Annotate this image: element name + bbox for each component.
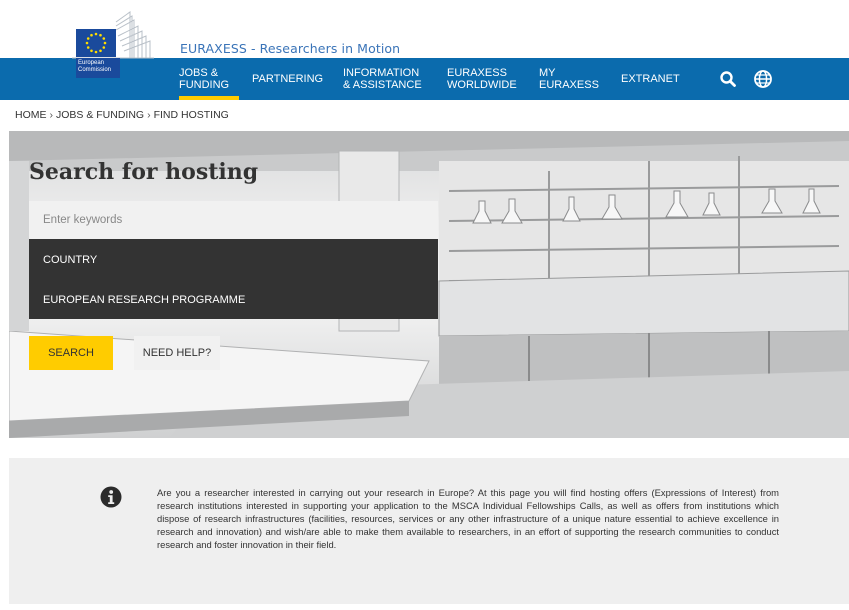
breadcrumb-separator: › xyxy=(147,109,151,121)
search-title: Search for hosting xyxy=(29,159,259,185)
info-box: Are you a researcher interested in carry… xyxy=(9,458,849,604)
research-programme-filter[interactable]: EUROPEAN RESEARCH PROGRAMME xyxy=(43,294,245,306)
breadcrumb-separator: › xyxy=(49,109,54,121)
breadcrumb-current: FIND HOSTING xyxy=(153,109,229,121)
globe-icon[interactable] xyxy=(753,69,773,89)
nav-item-label: PARTNERING xyxy=(252,73,324,85)
nav-item-extranet[interactable]: EXTRANET xyxy=(621,58,683,100)
nav-item-my-euraxess[interactable]: MY EURAXESS xyxy=(539,58,599,100)
nav-item-label: EURAXESS WORLDWIDE xyxy=(447,67,517,91)
info-icon xyxy=(100,486,122,508)
breadcrumb: HOME › JOBS & FUNDING › FIND HOSTING xyxy=(15,109,229,121)
site-title[interactable]: EURAXESS - Researchers in Motion xyxy=(180,41,400,56)
breadcrumb-home[interactable]: HOME xyxy=(15,109,47,121)
nav-item-jobs-funding[interactable]: JOBS & FUNDING xyxy=(179,58,239,100)
nav-item-label: JOBS & FUNDING xyxy=(179,67,230,91)
country-filter[interactable]: COUNTRY xyxy=(43,254,97,266)
nav-item-label: EXTRANET xyxy=(621,73,680,85)
keywords-input[interactable] xyxy=(29,201,438,239)
nav-item-label: MY EURAXESS xyxy=(539,67,599,91)
info-text: Are you a researcher interested in carry… xyxy=(157,487,779,551)
nav-item-information-assistance[interactable]: INFORMATION & ASSISTANCE xyxy=(343,58,423,100)
nav-item-euraxess-worldwide[interactable]: EURAXESS WORLDWIDE xyxy=(447,58,517,100)
page: EURAXESS - Researchers in Motion Europea… xyxy=(0,0,849,610)
logo-label: European Commission xyxy=(76,58,120,78)
search-icon[interactable] xyxy=(718,69,738,89)
need-help-button[interactable]: NEED HELP? xyxy=(134,336,220,370)
search-button[interactable]: SEARCH xyxy=(29,336,113,370)
filter-panel: COUNTRY EUROPEAN RESEARCH PROGRAMME xyxy=(29,239,438,319)
eu-flag-icon xyxy=(76,29,116,57)
nav-item-partnering[interactable]: PARTNERING xyxy=(252,58,324,100)
breadcrumb-jobs-funding[interactable]: JOBS & FUNDING xyxy=(56,109,144,121)
european-commission-logo[interactable]: European Commission xyxy=(72,8,154,78)
nav-item-label: INFORMATION & ASSISTANCE xyxy=(343,67,422,91)
hero-search-section: Search for hosting COUNTRY EUROPEAN RESE… xyxy=(9,131,849,438)
